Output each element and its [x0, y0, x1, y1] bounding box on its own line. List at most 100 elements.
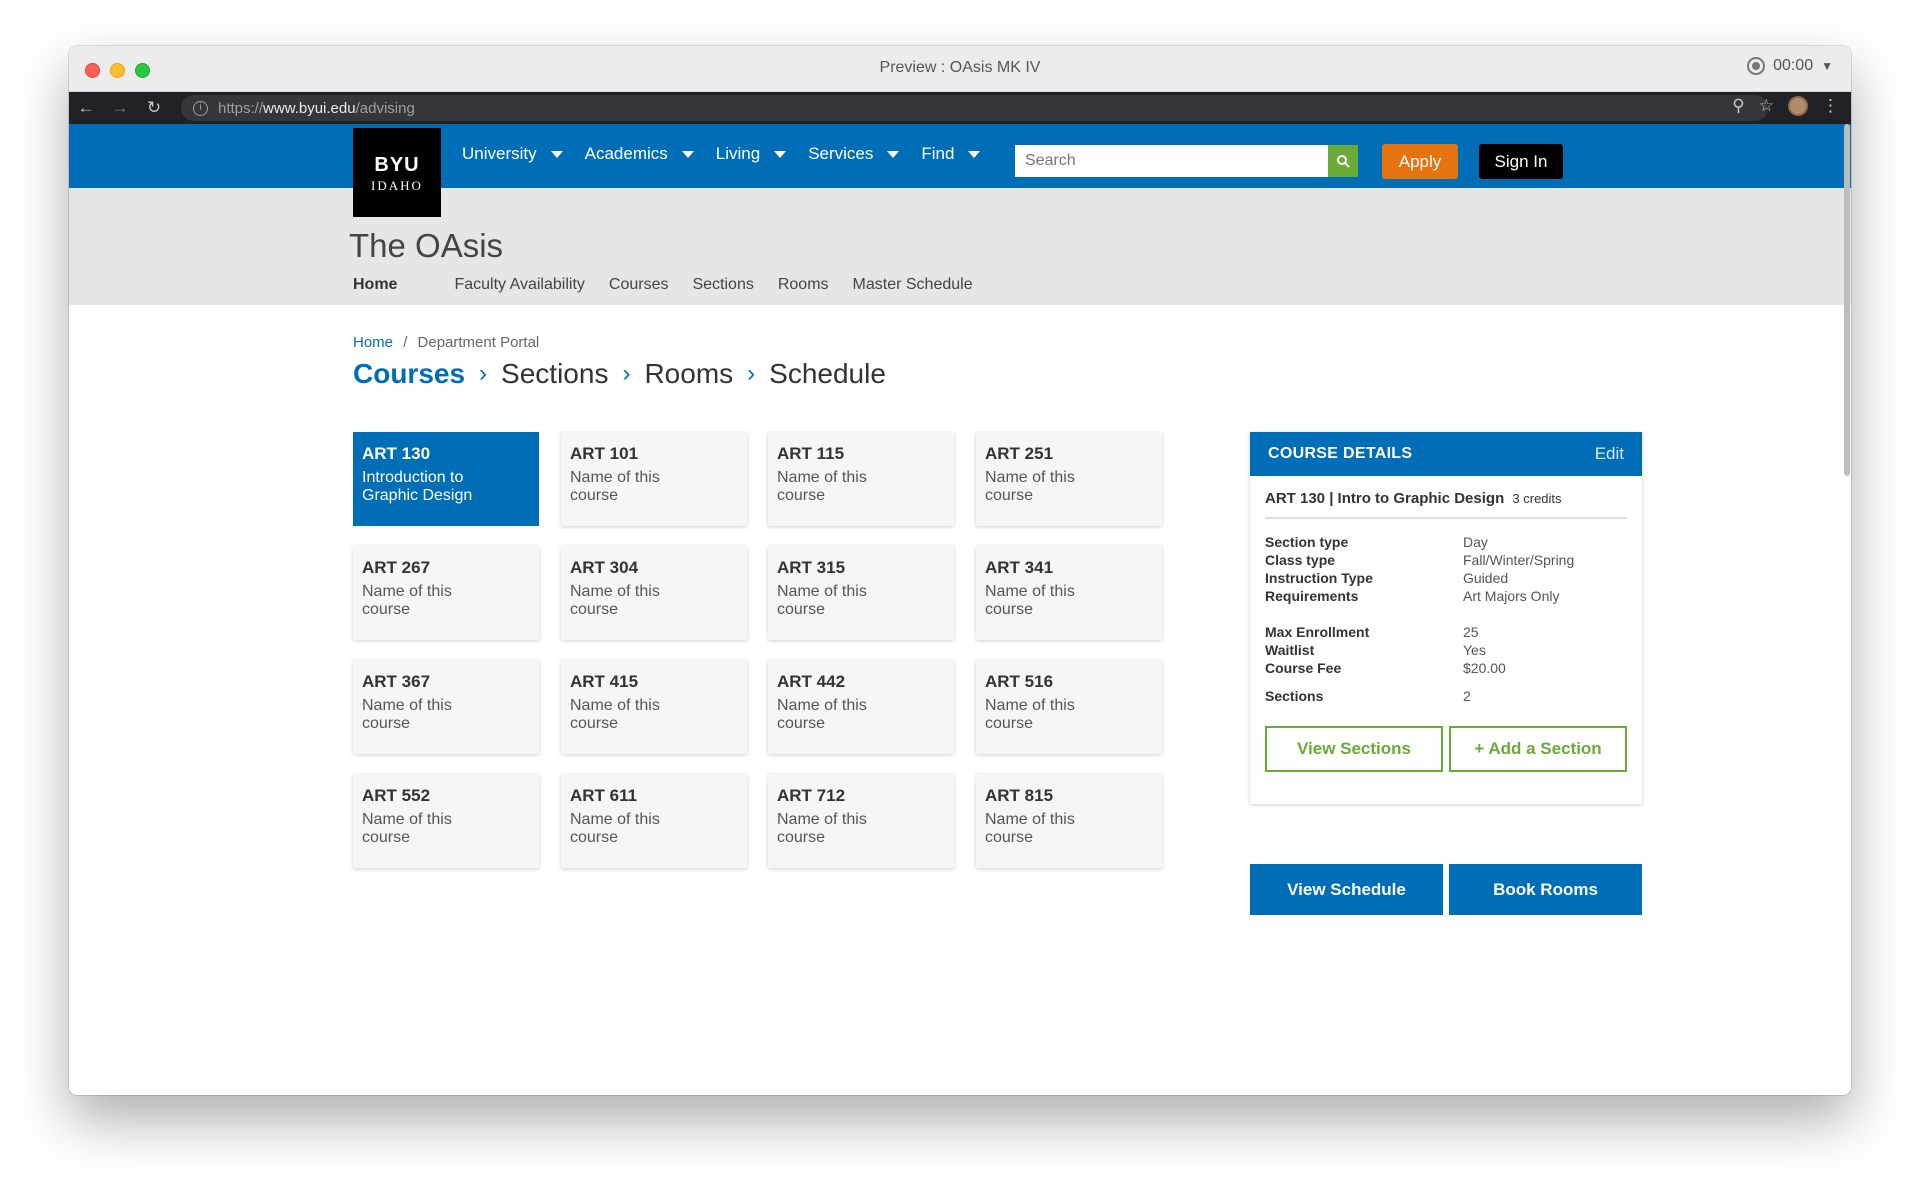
course-code: ART 267: [362, 558, 431, 577]
back-icon[interactable]: ←: [69, 98, 103, 118]
course-card[interactable]: ART 611 Name of this course: [561, 774, 747, 868]
nav-label: Services: [808, 144, 874, 163]
detail-key: Waitlist: [1265, 642, 1315, 658]
nav-label: Living: [715, 144, 761, 163]
view-sections-button[interactable]: View Sections: [1265, 726, 1443, 772]
chevron-down-icon: ▼: [1821, 59, 1833, 73]
chevron-right-icon: ›: [622, 360, 631, 387]
course-code: ART 130: [362, 444, 431, 463]
course-name: Name of this course: [777, 811, 867, 846]
edit-link[interactable]: Edit: [1595, 444, 1624, 464]
breadcrumb-home[interactable]: Home: [353, 334, 393, 351]
step-rooms[interactable]: Rooms: [644, 358, 733, 390]
course-card[interactable]: ART 815 Name of this course: [976, 774, 1162, 868]
logo-byu-text: BYU: [374, 154, 420, 176]
nav-living[interactable]: Living: [715, 144, 787, 164]
course-code: ART 516: [985, 672, 1054, 691]
nav-services[interactable]: Services: [808, 144, 900, 164]
url-path: /advising: [355, 99, 415, 117]
view-schedule-button[interactable]: View Schedule: [1250, 864, 1443, 915]
nav-label: Find: [921, 144, 955, 163]
course-card[interactable]: ART 341 Name of this course: [976, 546, 1162, 640]
step-sections[interactable]: Sections: [501, 358, 608, 390]
detail-key: Section type: [1265, 534, 1349, 550]
course-code: ART 115: [777, 444, 845, 463]
course-card[interactable]: ART 442 Name of this course: [768, 660, 954, 754]
course-card[interactable]: ART 101 Name of this course: [561, 432, 747, 526]
step-schedule[interactable]: Schedule: [769, 358, 886, 390]
page-title: The OAsis: [349, 227, 504, 264]
sign-in-button[interactable]: Sign In: [1479, 144, 1563, 179]
subnav-rooms[interactable]: Rooms: [778, 276, 829, 294]
course-name: Name of this course: [985, 811, 1075, 846]
detail-row: Course Fee $20.00: [1265, 659, 1627, 677]
timer-value: 00:00: [1773, 57, 1814, 74]
course-name: Introduction to Graphic Design: [362, 469, 473, 504]
search-icon: [1337, 155, 1350, 168]
step-courses[interactable]: Courses: [353, 358, 465, 390]
detail-row: Max Enrollment 25: [1265, 623, 1627, 641]
subnav-courses[interactable]: Courses: [609, 276, 669, 294]
breadcrumb: Home / Department Portal: [353, 334, 539, 351]
nav-academics[interactable]: Academics: [585, 144, 694, 164]
course-card[interactable]: ART 367 Name of this course: [353, 660, 539, 754]
course-code: ART 367: [362, 672, 431, 691]
forward-icon[interactable]: →: [103, 98, 137, 118]
detail-key: Max Enrollment: [1265, 624, 1370, 640]
course-card[interactable]: ART 267 Name of this course: [353, 546, 539, 640]
course-name: Name of this course: [985, 583, 1075, 618]
course-code: ART 341: [985, 558, 1054, 577]
course-card[interactable]: ART 251 Name of this course: [976, 432, 1162, 526]
browser-window: Preview : OAsis MK IV 00:00 ▼ ← → ↻ i ht…: [69, 46, 1851, 1095]
course-card[interactable]: ART 304 Name of this course: [561, 546, 747, 640]
book-rooms-button[interactable]: Book Rooms: [1449, 864, 1642, 915]
details-header: COURSE DETAILS Edit: [1250, 432, 1642, 476]
course-card[interactable]: ART 130 Introduction to Graphic Design: [353, 432, 539, 526]
detail-value: 25: [1463, 624, 1479, 640]
apply-button[interactable]: Apply: [1382, 144, 1458, 179]
search-button[interactable]: [1328, 145, 1358, 177]
workflow-steps: Courses › Sections › Rooms › Schedule: [353, 358, 900, 390]
subnav-sections[interactable]: Sections: [692, 276, 753, 294]
nav-university[interactable]: University: [462, 144, 563, 164]
course-details-panel: COURSE DETAILS Edit ART 130 | Intro to G…: [1250, 432, 1642, 804]
record-timer[interactable]: 00:00 ▼: [1747, 57, 1833, 75]
add-section-button[interactable]: + Add a Section: [1449, 726, 1627, 772]
details-credits: 3 credits: [1512, 491, 1562, 506]
course-card[interactable]: ART 115 Name of this course: [768, 432, 954, 526]
main-nav: University Academics Living Services Fin…: [462, 144, 1002, 164]
subnav-faculty-availability[interactable]: Faculty Availability: [454, 276, 584, 294]
detail-value: Art Majors Only: [1463, 588, 1560, 604]
subnav-home[interactable]: Home: [353, 276, 397, 294]
course-name: Name of this course: [777, 697, 867, 732]
course-card[interactable]: ART 415 Name of this course: [561, 660, 747, 754]
detail-value: Fall/Winter/Spring: [1463, 552, 1575, 568]
nav-find[interactable]: Find: [921, 144, 981, 164]
page-scrollbar[interactable]: [1844, 124, 1850, 476]
course-card[interactable]: ART 712 Name of this course: [768, 774, 954, 868]
breadcrumb-separator: /: [403, 334, 408, 351]
profile-avatar[interactable]: [1788, 96, 1808, 116]
course-card[interactable]: ART 552 Name of this course: [353, 774, 539, 868]
search-input[interactable]: [1015, 145, 1328, 177]
detail-row: Instruction Type Guided: [1265, 569, 1627, 587]
info-icon[interactable]: i: [193, 100, 208, 116]
course-code: ART 251: [985, 444, 1054, 463]
byu-idaho-logo[interactable]: BYU IDAHO: [353, 128, 441, 217]
chevron-right-icon: ›: [479, 360, 488, 387]
detail-row: Sections 2: [1265, 687, 1627, 705]
course-name: Name of this course: [570, 469, 660, 504]
reload-icon[interactable]: ↻: [137, 98, 171, 118]
zoom-icon[interactable]: ⚲: [1732, 96, 1744, 116]
record-icon: [1747, 57, 1766, 75]
subnav-master-schedule[interactable]: Master Schedule: [853, 276, 973, 294]
menu-kebab-icon[interactable]: ⋮: [1822, 96, 1839, 116]
bookmark-star-icon[interactable]: ☆: [1759, 96, 1774, 116]
course-card[interactable]: ART 315 Name of this course: [768, 546, 954, 640]
course-card[interactable]: ART 516 Name of this course: [976, 660, 1162, 754]
address-bar[interactable]: i https://www.byui.edu/advising: [181, 95, 1768, 121]
course-code: ART 552: [362, 786, 431, 805]
course-code: ART 304: [570, 558, 639, 577]
toolbar-actions: ⚲ ☆ ⋮: [1732, 96, 1839, 116]
details-course-title: ART 130 | Intro to Graphic Design 3 cred…: [1265, 476, 1627, 519]
